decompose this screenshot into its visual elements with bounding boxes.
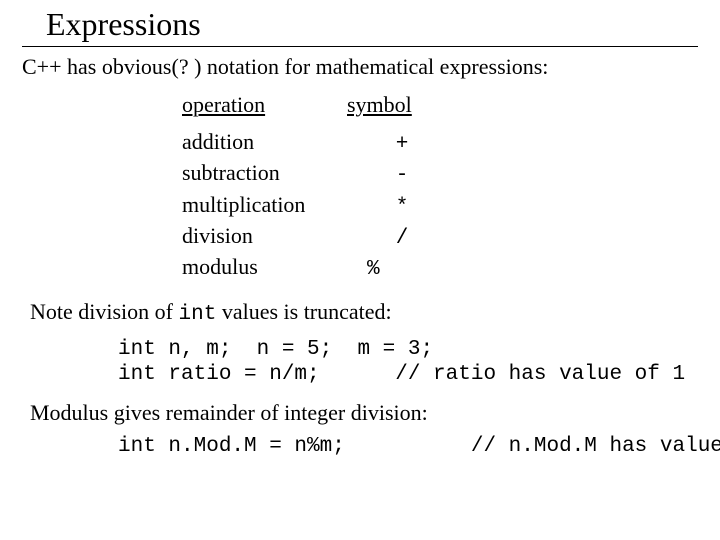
sym-cell: %	[367, 258, 380, 281]
note-division-code: int	[179, 303, 217, 326]
note-division-post: values is truncated:	[216, 299, 391, 324]
code-block-2: int n.Mod.M = n%m; // n.Mod.M has value …	[118, 434, 698, 459]
table-row: modulus %	[182, 253, 457, 284]
sym-cell: *	[396, 196, 409, 219]
note-division: Note division of int values is truncated…	[30, 298, 698, 328]
intro-text: C++ has obvious(? ) notation for mathema…	[22, 53, 698, 81]
op-cell: division	[182, 222, 347, 253]
operator-table: operation symbol addition + subtraction …	[182, 91, 457, 285]
code-block-1: int n, m; n = 5; m = 3; int ratio = n/m;…	[118, 337, 698, 387]
op-cell: modulus	[182, 253, 347, 284]
col-head-symbol: symbol	[347, 91, 457, 129]
op-cell: multiplication	[182, 191, 347, 222]
table-row: addition +	[182, 128, 457, 159]
page-title: Expressions	[46, 4, 698, 44]
table-row: division /	[182, 222, 457, 253]
slide: Expressions C++ has obvious(? ) notation…	[0, 0, 720, 540]
sym-cell: +	[396, 133, 409, 156]
op-cell: subtraction	[182, 159, 347, 190]
col-head-operation: operation	[182, 91, 347, 129]
sym-cell: -	[396, 164, 409, 187]
op-cell: addition	[182, 128, 347, 159]
table-row: subtraction -	[182, 159, 457, 190]
title-rule	[22, 46, 698, 47]
table-row: multiplication *	[182, 191, 457, 222]
note-modulus: Modulus gives remainder of integer divis…	[30, 399, 698, 427]
sym-cell: /	[396, 227, 409, 250]
note-division-pre: Note division of	[30, 299, 179, 324]
